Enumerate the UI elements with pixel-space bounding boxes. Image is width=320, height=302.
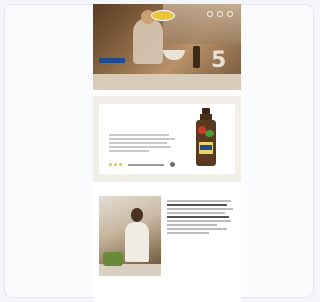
product-teaser-band [93,96,241,182]
product-rating [109,162,175,167]
rating-star-icon [119,163,122,166]
recipe-body-text [167,200,235,234]
hero-bowl [163,50,185,60]
product-link-button[interactable] [170,162,175,167]
hero-window [163,4,241,44]
rating-star-icon [109,163,112,166]
recipe-text-block [167,196,235,236]
product-bottle-icon [195,108,217,168]
header-icons [207,11,233,17]
rating-caption [128,163,164,166]
product-teaser-card [99,104,235,174]
website-preview: 5 [93,4,241,302]
cart-icon[interactable] [227,11,233,17]
recipe-photo [99,196,161,276]
hero-counter [93,74,241,90]
account-icon[interactable] [217,11,223,17]
hero-person [133,18,163,64]
hero-banner: 5 [93,4,241,90]
product-teaser-text [109,134,177,154]
search-icon[interactable] [207,11,213,17]
rating-star-icon [114,163,117,166]
recipe-section [93,188,241,302]
hero-cta-button[interactable] [99,58,125,63]
logo-icon[interactable] [151,10,175,21]
hero-bottle [193,46,200,68]
hero-decor-number: 5 [211,48,227,73]
